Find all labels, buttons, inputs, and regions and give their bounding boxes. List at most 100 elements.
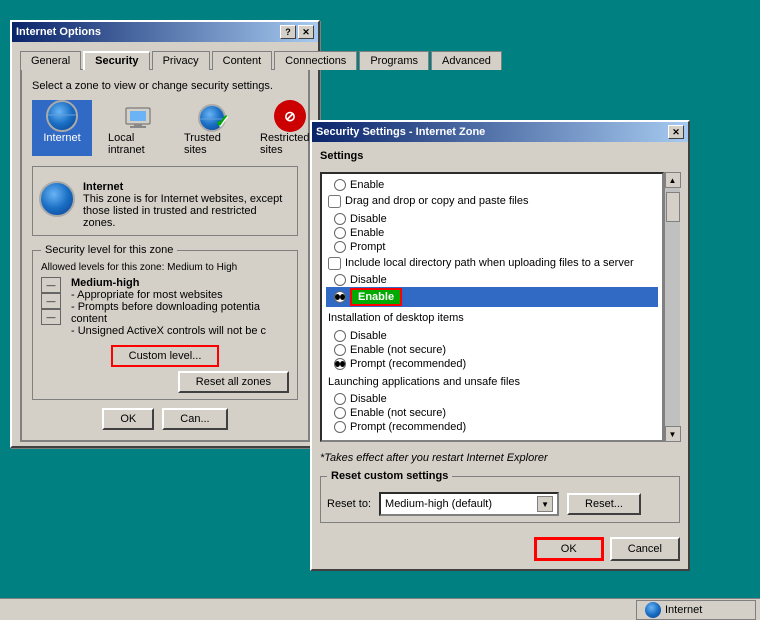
scrollbar-track[interactable] <box>665 188 680 426</box>
tab-general[interactable]: General <box>20 51 81 70</box>
checkbox-local-dir[interactable]: Include local directory path when upload… <box>326 254 658 274</box>
slider-bot: — <box>41 309 61 325</box>
security-settings-close-button[interactable]: ✕ <box>668 125 684 139</box>
zone-local-intranet[interactable]: Local intranet <box>108 100 168 156</box>
level-bullet-1: - Appropriate for most websites <box>71 289 223 301</box>
reset-to-value: Medium-high (default) <box>385 498 492 510</box>
allowed-levels-text: Allowed levels for this zone: Medium to … <box>41 262 289 273</box>
section-launching-label: Launching applications and unsafe files <box>328 376 520 388</box>
scrollbar-up-button[interactable]: ▲ <box>665 172 681 188</box>
settings-label: Settings <box>312 146 688 164</box>
slider-top: — <box>41 277 61 293</box>
status-zone: Internet <box>636 600 756 620</box>
radio-circle-disable-4 <box>334 393 346 405</box>
scrollbar-down-button[interactable]: ▼ <box>665 426 681 442</box>
section-installation: Installation of desktop items <box>326 307 658 329</box>
radio-prompt-recommended-1[interactable]: Prompt (recommended) <box>326 357 658 371</box>
radio-label-prompt-rec-1: Prompt (recommended) <box>350 358 466 370</box>
slider-mid: — <box>41 293 61 309</box>
radio-label-disable-3: Disable <box>350 330 387 342</box>
trusted-icon: ✓ <box>198 100 230 132</box>
security-settings-buttons: OK Cancel <box>312 531 688 569</box>
internet-options-window: Internet Options ? ✕ General Security Pr… <box>10 20 320 448</box>
inet-options-cancel-button[interactable]: Can... <box>162 408 227 430</box>
tab-advanced[interactable]: Advanced <box>431 51 502 70</box>
radio-label-prompt-rec-2: Prompt (recommended) <box>350 421 466 433</box>
internet-info: Internet This zone is for Internet websi… <box>39 181 291 229</box>
radio-circle-prompt-rec-2 <box>334 421 346 433</box>
inet-options-buttons: OK Can... <box>32 408 298 430</box>
zone-trusted-label: Trusted sites <box>184 132 244 156</box>
radio-circle-enable-2 <box>334 227 346 239</box>
radio-label-disable-1: Disable <box>350 213 387 225</box>
checkbox-local-dir-input[interactable] <box>328 257 341 270</box>
radio-label-enable-ns-1: Enable (not secure) <box>350 344 446 356</box>
radio-circle-disable-3 <box>334 330 346 342</box>
checkbox-drag-drop[interactable]: Drag and drop or copy and paste files <box>326 192 658 212</box>
zone-icons-container: Internet Local intranet <box>32 100 298 156</box>
radio-circle-prompt-1 <box>334 241 346 253</box>
settings-scrollbar[interactable]: ▲ ▼ <box>664 172 680 442</box>
reset-custom-fieldset: Reset custom settings Reset to: Medium-h… <box>320 470 680 523</box>
zone-trusted-sites[interactable]: ✓ Trusted sites <box>184 100 244 156</box>
radio-label-disable-2: Disable <box>350 274 387 286</box>
radio-prompt-1[interactable]: Prompt <box>326 240 658 254</box>
reset-button[interactable]: Reset... <box>567 493 641 515</box>
security-settings-title-bar: Security Settings - Internet Zone ✕ <box>312 122 688 142</box>
checkbox-local-dir-label: Include local directory path when upload… <box>345 255 634 273</box>
checkbox-drag-drop-label: Drag and drop or copy and paste files <box>345 193 528 211</box>
radio-disable-2[interactable]: Disable <box>326 273 658 287</box>
radio-label-disable-4: Disable <box>350 393 387 405</box>
level-info: Medium-high - Appropriate for most websi… <box>71 277 289 337</box>
zone-internet[interactable]: Internet <box>32 100 92 156</box>
radio-circle-1 <box>334 179 346 191</box>
radio-circle-prompt-rec-1 <box>334 358 346 370</box>
status-zone-label: Internet <box>665 604 702 616</box>
scrollbar-thumb[interactable] <box>666 192 680 222</box>
radio-label-enable-2: Enable <box>350 227 384 239</box>
tab-content[interactable]: Content <box>212 51 273 70</box>
level-bullet-2: - Prompts before downloading potentia co… <box>71 301 260 325</box>
tab-connections[interactable]: Connections <box>274 51 357 70</box>
radio-enable-highlighted[interactable]: Enable <box>326 287 658 307</box>
tab-programs[interactable]: Programs <box>359 51 429 70</box>
radio-enable-2[interactable]: Enable <box>326 226 658 240</box>
checkbox-drag-drop-input[interactable] <box>328 195 341 208</box>
section-installation-label: Installation of desktop items <box>328 312 464 324</box>
radio-disable-1[interactable]: Disable <box>326 212 658 226</box>
radio-disable-3[interactable]: Disable <box>326 329 658 343</box>
note-text: *Takes effect after you restart Internet… <box>312 450 688 466</box>
custom-level-button[interactable]: Custom level... <box>111 345 220 367</box>
zone-intranet-label: Local intranet <box>108 132 168 156</box>
reset-to-select[interactable]: Medium-high (default) ▼ <box>379 492 559 516</box>
radio-label-enable-highlighted: Enable <box>350 288 402 306</box>
zone-internet-label: Internet <box>43 132 80 144</box>
globe-icon <box>46 100 78 132</box>
radio-enable-1[interactable]: Enable <box>326 178 658 192</box>
status-globe-icon <box>645 602 661 618</box>
radio-label-enable-ns-2: Enable (not secure) <box>350 407 446 419</box>
reset-all-zones-button[interactable]: Reset all zones <box>178 371 289 393</box>
tab-privacy[interactable]: Privacy <box>152 51 210 70</box>
security-settings-cancel-button[interactable]: Cancel <box>610 537 680 561</box>
tab-security[interactable]: Security <box>83 51 149 70</box>
radio-circle-enable-ns-1 <box>334 344 346 356</box>
reset-zones-container: Reset all zones <box>41 371 289 393</box>
internet-options-title-bar: Internet Options ? ✕ <box>12 22 318 42</box>
inet-options-ok-button[interactable]: OK <box>102 408 154 430</box>
settings-list: Enable Drag and drop or copy and paste f… <box>320 172 664 442</box>
radio-label-enable-1: Enable <box>350 179 384 191</box>
radio-prompt-recommended-2[interactable]: Prompt (recommended) <box>326 420 658 434</box>
radio-disable-4[interactable]: Disable <box>326 392 658 406</box>
radio-enable-not-secure-1[interactable]: Enable (not secure) <box>326 343 658 357</box>
help-button[interactable]: ? <box>280 25 296 39</box>
radio-enable-not-secure-2[interactable]: Enable (not secure) <box>326 406 658 420</box>
section-launching: Launching applications and unsafe files <box>326 371 658 393</box>
security-level-legend: Security level for this zone <box>41 244 177 256</box>
tabs-container: General Security Privacy Content Connect… <box>16 46 314 69</box>
security-settings-ok-button[interactable]: OK <box>534 537 604 561</box>
close-button[interactable]: ✕ <box>298 25 314 39</box>
level-name: Medium-high <box>71 277 139 289</box>
level-bullet-3: - Unsigned ActiveX controls will not be … <box>71 325 266 337</box>
custom-level-container: Custom level... <box>41 345 289 367</box>
